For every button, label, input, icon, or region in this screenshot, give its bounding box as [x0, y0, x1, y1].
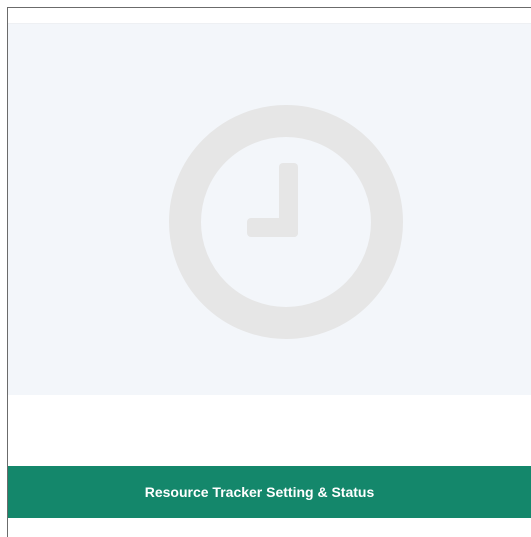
resource-tracker-card: Resource Tracker Setting & Status [7, 7, 531, 537]
card-thumbnail [8, 24, 531, 395]
resource-tracker-setting-button[interactable]: Resource Tracker Setting & Status [8, 466, 531, 518]
clock-icon [169, 105, 403, 339]
resource-tracker-setting-label: Resource Tracker Setting & Status [144, 484, 375, 500]
card-top-strip [8, 8, 531, 24]
